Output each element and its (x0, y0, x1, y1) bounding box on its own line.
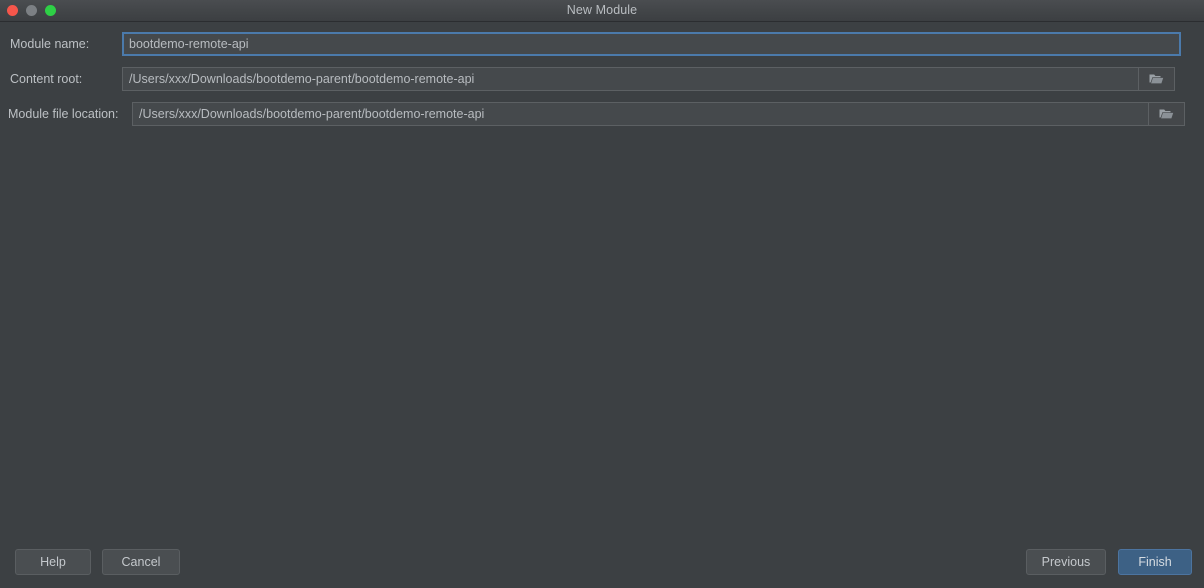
module-name-field-wrap (122, 32, 1181, 56)
module-file-location-input[interactable] (132, 102, 1149, 126)
content-root-field-wrap (122, 67, 1175, 91)
content-root-input[interactable] (122, 67, 1139, 91)
window-titlebar: New Module (0, 0, 1204, 22)
window-controls (7, 0, 56, 21)
form-row-content-root: Content root: (0, 67, 1204, 91)
form-row-module-file-location: Module file location: (0, 102, 1204, 126)
maximize-button[interactable] (45, 5, 56, 16)
footer-right-buttons: Previous Finish (1026, 549, 1192, 575)
module-file-location-field-wrap (132, 102, 1185, 126)
window-title: New Module (566, 3, 638, 17)
module-file-location-browse-button[interactable] (1149, 102, 1185, 126)
folder-icon (1149, 74, 1164, 84)
content-root-browse-button[interactable] (1139, 67, 1175, 91)
previous-button[interactable]: Previous (1026, 549, 1106, 575)
content-root-label: Content root: (10, 72, 83, 86)
help-button[interactable]: Help (15, 549, 91, 575)
folder-icon (1159, 109, 1174, 119)
module-name-label: Module name: (10, 37, 90, 51)
minimize-button[interactable] (26, 5, 37, 16)
footer-left-buttons: Help Cancel (15, 549, 180, 575)
dialog-body: Module name: Content root: Module file l… (0, 22, 1204, 588)
close-button[interactable] (7, 5, 18, 16)
module-file-location-label: Module file location: (8, 107, 119, 121)
cancel-button[interactable]: Cancel (102, 549, 180, 575)
module-name-input[interactable] (122, 32, 1181, 56)
finish-button[interactable]: Finish (1118, 549, 1192, 575)
form-row-module-name: Module name: (0, 32, 1204, 56)
